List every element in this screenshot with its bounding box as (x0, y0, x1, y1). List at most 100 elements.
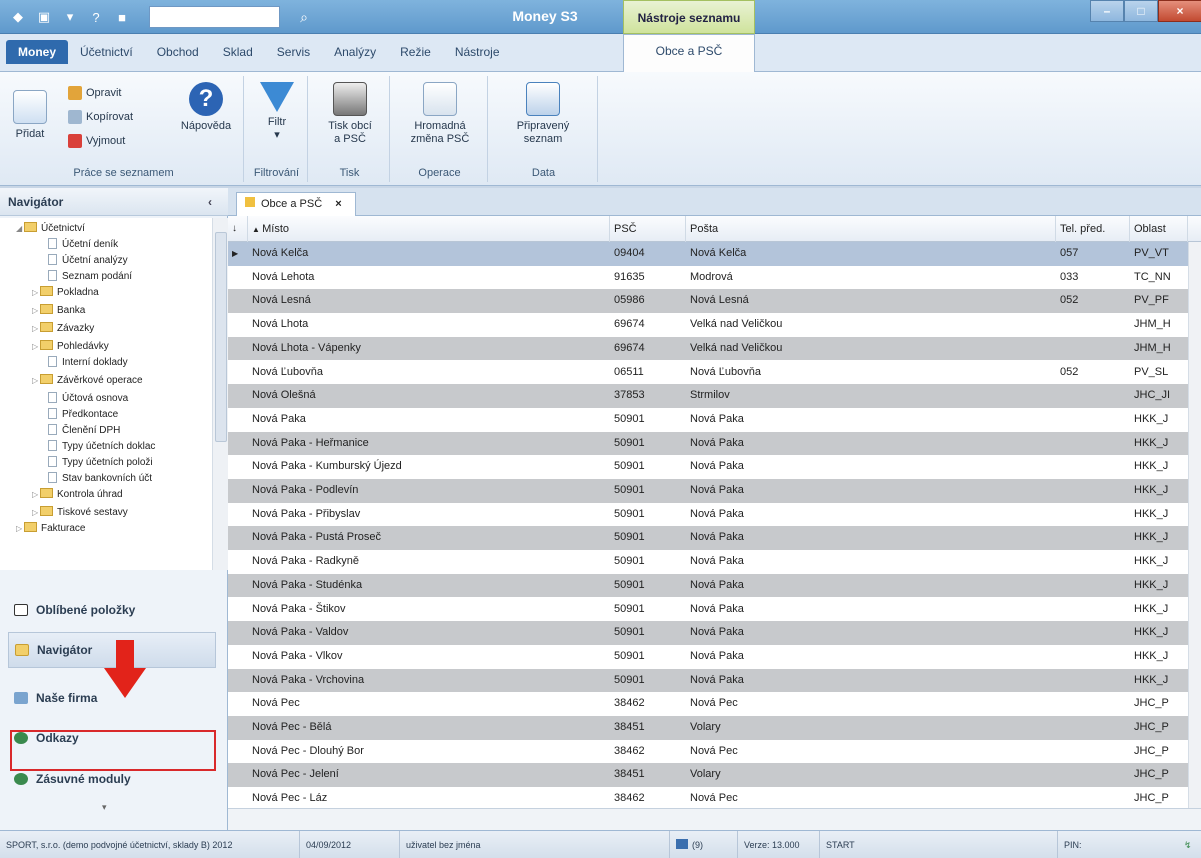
grid-scrollbar[interactable] (1188, 242, 1201, 808)
header-oblast[interactable]: Oblast (1130, 216, 1188, 242)
table-row[interactable]: Nová Paka - Kumburský Újezd 50901 Nová Pak… (228, 455, 1188, 479)
table-row[interactable]: Nová Olešná 37853 Strmilov JHC_JI (228, 384, 1188, 408)
cell-posta: Nová Kelča (690, 247, 747, 259)
header-tel-pred[interactable]: Tel. před. (1056, 216, 1130, 242)
kopirovat-button[interactable]: Kopírovat (68, 110, 133, 124)
table-row[interactable]: Nová Pec - Jelení 38451 Volary JHC_P (228, 763, 1188, 788)
row-indicator (232, 384, 246, 408)
sort-icon[interactable]: ↓ (228, 216, 248, 242)
cell-posta: Nová Paka (690, 484, 744, 496)
hromadna-zmena-button[interactable]: Hromadná změna PSČ (400, 82, 480, 146)
tree-item[interactable]: ▷ Pokladna (32, 286, 99, 299)
tab-servis[interactable]: Servis (265, 40, 322, 64)
row-indicator (232, 289, 246, 313)
status-count[interactable]: (9) (670, 831, 738, 858)
cell-psc: 38462 (614, 744, 645, 757)
tab-obce-a-psc[interactable]: Obce a PSČ (623, 34, 755, 72)
tree-item[interactable]: ▷ Fakturace (16, 522, 85, 535)
tab-analyzy[interactable]: Analýzy (322, 40, 388, 64)
plugin-status-icon[interactable]: ↯ (1178, 831, 1201, 858)
tree-item[interactable]: ▷ Závěrkové operace (32, 374, 143, 387)
header-psc[interactable]: PSČ (610, 216, 686, 242)
tab-ucetnictvi[interactable]: Účetnictví (68, 40, 145, 64)
tree-item[interactable]: Typy účetních doklac (48, 440, 155, 453)
opravit-button[interactable]: Opravit (68, 86, 121, 100)
tree-item[interactable]: Interní doklady (48, 356, 128, 369)
save-icon[interactable]: ▣ (34, 7, 54, 27)
horizontal-scrollbar[interactable] (228, 808, 1201, 830)
table-row[interactable]: Nová Lesná 05986 Nová Lesná 052 PV_PF (228, 289, 1188, 314)
tree-item[interactable]: Účetní deník (48, 238, 118, 251)
tab-nastroje[interactable]: Nástroje (443, 40, 512, 64)
tree-item[interactable]: ▷ Závazky (32, 322, 94, 335)
tree-item[interactable]: Typy účetních položi (48, 456, 153, 469)
table-row[interactable]: Nová Pec - Bělá 38451 Volary JHC_P (228, 716, 1188, 740)
vyjmout-button[interactable]: Vyjmout (68, 134, 125, 148)
tree-item[interactable]: Členění DPH (48, 424, 120, 437)
search-icon[interactable]: ⌕ (284, 6, 324, 28)
group-label: Filtrování (253, 167, 300, 179)
filtr-button[interactable]: Filtr ▾ (254, 82, 300, 142)
folder-icon[interactable]: ■ (112, 7, 132, 27)
app-title: Money S3 (512, 8, 578, 24)
tree-item[interactable]: ▷ Banka (32, 304, 85, 317)
pridat-button[interactable]: Přidat (8, 90, 52, 141)
tree-item[interactable]: Předkontace (48, 408, 118, 421)
oblibene-polozky-button[interactable]: Oblíbené položky (8, 594, 216, 626)
tree-item[interactable]: Seznam podání (48, 270, 132, 283)
close-tab-icon[interactable]: × (335, 198, 341, 210)
tisk-button[interactable]: Tisk obcí a PSČ (318, 82, 382, 146)
table-row[interactable]: Nová Paka - Štikov 50901 Nová Paka HKK_J (228, 598, 1188, 622)
tree-item[interactable]: Účtová osnova (48, 392, 128, 405)
collapse-icon[interactable]: ‹ (208, 188, 212, 216)
tree-item[interactable]: ◢ Účetnictví (16, 222, 85, 235)
table-row[interactable]: Nová Paka - Valdov 50901 Nová Paka HKK_J (228, 621, 1188, 645)
chevron-down-icon[interactable]: ▾ (102, 802, 107, 813)
app-icon[interactable]: ◆ (8, 7, 28, 27)
tree-item[interactable]: ▷ Pohledávky (32, 340, 109, 353)
table-row[interactable]: Nová Ľubovňa 06511 Nová Ľubovňa 052 PV_SL (228, 361, 1188, 385)
table-row[interactable]: Nová Lhota 69674 Velká nad Veličkou JHM_H (228, 313, 1188, 337)
tab-obchod[interactable]: Obchod (145, 40, 211, 64)
group-label: Operace (418, 167, 461, 179)
table-row[interactable]: Nová Paka - Heřmanice 50901 Nová Paka HKK_J (228, 431, 1188, 456)
table-row[interactable]: Nová Paka - Studénka 50901 Nová Paka HKK_J (228, 573, 1188, 598)
napoveda-button[interactable]: ? Nápověda (174, 82, 238, 133)
table-row[interactable]: Nová Lehota 91635 Modrová 033 TC_NN (228, 266, 1188, 290)
table-row[interactable]: Nová Lhota - Vápenky 69674 Velká nad Velič… (228, 336, 1188, 361)
search-input[interactable] (149, 6, 280, 28)
scrollbar-thumb[interactable] (215, 232, 227, 442)
tab-obce-a-psc-document[interactable]: Obce a PSČ × (236, 192, 356, 216)
table-row[interactable]: Nová Pec - Dlouhý Bor 38462 Nová Pec JHC_P (228, 740, 1188, 764)
table-row[interactable]: Nová Paka - Pustá Proseč 50901 Nová Paka HK… (228, 526, 1188, 551)
cell-oblast: JHC_P (1134, 721, 1169, 733)
tree-item[interactable]: Stav bankovních účt (48, 472, 152, 485)
header-posta[interactable]: Pošta (686, 216, 1056, 242)
close-button[interactable]: × (1158, 0, 1201, 22)
table-row[interactable]: Nová Pec - Láz 38462 Nová Pec JHC_P (228, 787, 1188, 808)
dropdown-icon[interactable]: ▾ (60, 7, 80, 27)
tab-rezie[interactable]: Režie (388, 40, 443, 64)
table-row[interactable]: Nová Paka - Vlkov 50901 Nová Paka HKK_J (228, 645, 1188, 669)
tab-money[interactable]: Money (6, 40, 69, 64)
help-icon[interactable]: ? (86, 7, 106, 27)
pripraveny-seznam-button[interactable]: Připravený seznam (500, 82, 586, 146)
table-row[interactable]: Nová Paka - Radkyně 50901 Nová Paka HKK_J (228, 550, 1188, 574)
table-row[interactable]: Nová Pec 38462 Nová Pec JHC_P (228, 692, 1188, 716)
tree-item[interactable]: ▷ Kontrola úhrad (32, 488, 123, 501)
status-bar: SPORT, s.r.o. (demo podvojné účetnictví,… (0, 830, 1201, 858)
minimize-button[interactable]: – (1090, 0, 1124, 22)
tree-scrollbar[interactable] (212, 218, 228, 570)
cell-oblast: HKK_J (1134, 602, 1169, 615)
table-row[interactable]: Nová Paka - Vrchovina 50901 Nová Paka HKK_J (228, 668, 1188, 693)
tree-item[interactable]: Účetní analýzy (48, 254, 128, 267)
table-row[interactable]: Nová Paka - Podlevín 50901 Nová Paka HKK_J (228, 479, 1188, 503)
table-row[interactable]: Nová Paka - Přibyslav 50901 Nová Paka HKK_J (228, 503, 1188, 527)
header-misto[interactable]: ▲ Místo (248, 216, 610, 242)
tab-sklad[interactable]: Sklad (211, 40, 265, 64)
table-row[interactable]: ▶ Nová Kelča 09404 Nová Kelča 057 PV_VT (228, 242, 1188, 266)
tree-item[interactable]: ▷ Tiskové sestavy (32, 506, 128, 519)
maximize-button[interactable]: □ (1124, 0, 1158, 22)
cell-oblast: HKK_J (1134, 412, 1169, 425)
table-row[interactable]: Nová Paka 50901 Nová Paka HKK_J (228, 408, 1188, 432)
